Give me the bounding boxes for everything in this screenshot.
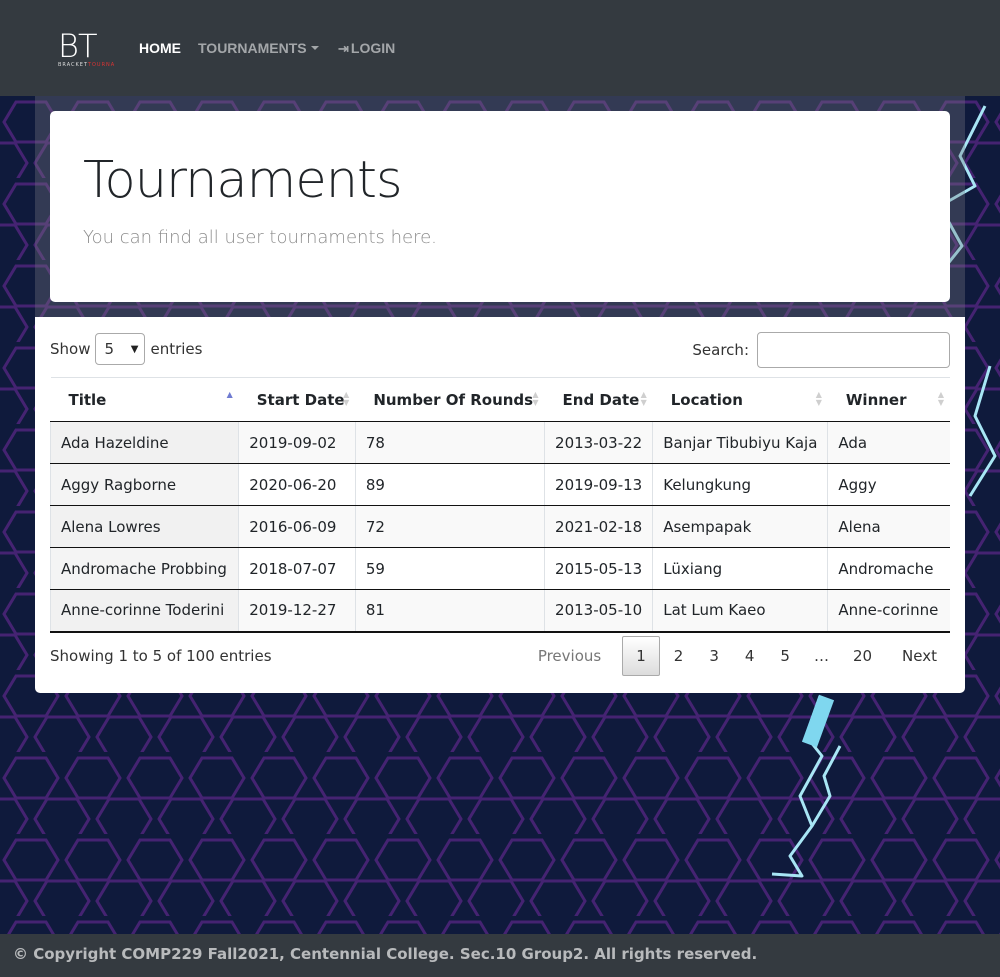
nav-login-link[interactable]: ⇥ LOGIN <box>338 39 395 58</box>
cell-end-date: 2015-05-13 <box>544 547 653 590</box>
pagination-page-4[interactable]: 4 <box>732 636 768 676</box>
cell-location: Lat Lum Kaeo <box>652 589 828 633</box>
entries-length-control: Show 5 ▼ entries <box>50 333 202 365</box>
cell-rounds: 89 <box>354 463 545 506</box>
column-header-number-of-rounds[interactable]: Number Of Rounds ▲ ▼ <box>355 377 545 422</box>
sort-icon: ▲ ▼ <box>640 390 647 407</box>
nav-home-link[interactable]: HOME <box>139 39 181 57</box>
tournaments-table: Title ▲ Start Date ▲ ▼ Number Of Rounds ▲… <box>49 377 950 633</box>
cell-start-date: 2018-07-07 <box>238 547 356 590</box>
pagination-page-3[interactable]: 3 <box>696 636 732 676</box>
cell-end-date: 2021-02-18 <box>544 505 653 548</box>
copyright-text: © Copyright COMP229 Fall2021, Centennial… <box>13 945 758 963</box>
sort-icon: ▲ ▼ <box>937 390 944 407</box>
pagination-page-1[interactable]: 1 <box>622 636 660 676</box>
pagination-ellipsis: … <box>813 647 829 665</box>
column-header-start-date[interactable]: Start Date ▲ ▼ <box>238 377 356 422</box>
cell-title: Aggy Ragborne <box>49 463 239 506</box>
page-lead: You can find all user tournaments here. <box>83 227 437 248</box>
caret-down-icon <box>310 46 319 50</box>
brand-logo[interactable]: BT BRACKETTOURNA <box>56 27 116 68</box>
nav-home-label: HOME <box>139 40 181 56</box>
table-row[interactable]: Anne-corinne Toderini 2019-12-27 81 2013… <box>49 589 950 633</box>
cell-winner: Andromache <box>827 547 950 590</box>
cell-start-date: 2020-06-20 <box>238 463 356 506</box>
pagination-next-button[interactable]: Next <box>889 636 950 676</box>
navbar: BT BRACKETTOURNA HOME TOURNAMENTS ⇥ LOGIN <box>0 0 1000 96</box>
footer: © Copyright COMP229 Fall2021, Centennial… <box>0 934 1000 977</box>
cell-rounds: 78 <box>354 421 545 464</box>
table-card: Show 5 ▼ entries Search: Title ▲ Start D… <box>35 317 965 693</box>
column-header-end-date[interactable]: End Date ▲ ▼ <box>544 377 653 422</box>
jumbotron: Tournaments You can find all user tourna… <box>50 111 950 302</box>
table-info: Showing 1 to 5 of 100 entries <box>50 647 272 665</box>
table-header-row: Title ▲ Start Date ▲ ▼ Number Of Rounds ▲… <box>50 377 950 422</box>
sort-icon: ▲ ▼ <box>815 390 822 407</box>
sort-icon: ▲ ▼ <box>532 390 539 407</box>
column-header-title[interactable]: Title ▲ <box>50 377 239 422</box>
cell-end-date: 2019-09-13 <box>544 463 653 506</box>
cell-location: Lüxiang <box>652 547 828 590</box>
cell-end-date: 2013-05-10 <box>544 589 653 633</box>
pagination-previous-button[interactable]: Previous <box>525 636 614 676</box>
cell-title: Anne-corinne Toderini <box>49 589 239 633</box>
nav-login-label: LOGIN <box>350 40 396 56</box>
column-header-location[interactable]: Location ▲ ▼ <box>652 377 828 422</box>
length-suffix-label: entries <box>150 340 203 358</box>
entries-per-page-value: 5 <box>104 340 115 358</box>
cell-winner: Ada <box>827 421 950 464</box>
pagination-page-5[interactable]: 5 <box>767 636 803 676</box>
length-prefix-label: Show <box>50 340 91 358</box>
cell-rounds: 81 <box>354 589 545 633</box>
pagination-page-2[interactable]: 2 <box>661 636 697 676</box>
cell-title: Alena Lowres <box>49 505 239 548</box>
cell-rounds: 72 <box>354 505 545 548</box>
main-container: Tournaments You can find all user tourna… <box>35 96 965 693</box>
logo-subtext: BRACKETTOURNA <box>58 62 116 68</box>
sort-ascending-icon: ▲ <box>226 390 233 399</box>
table-row[interactable]: Aggy Ragborne 2020-06-20 89 2019-09-13 K… <box>49 463 950 506</box>
column-header-winner[interactable]: Winner ▲ ▼ <box>827 377 950 422</box>
sort-icon: ▲ ▼ <box>343 390 350 407</box>
nav-tournaments-label: TOURNAMENTS <box>198 40 307 56</box>
chevron-down-icon: ▼ <box>130 343 139 355</box>
cell-start-date: 2019-09-02 <box>238 421 356 464</box>
logo-text: BT <box>58 27 97 65</box>
cell-start-date: 2019-12-27 <box>238 589 356 633</box>
cell-start-date: 2016-06-09 <box>238 505 356 548</box>
search-input[interactable] <box>757 332 950 368</box>
table-row[interactable]: Andromache Probbing 2018-07-07 59 2015-0… <box>49 547 950 590</box>
cell-location: Kelungkung <box>652 463 828 506</box>
table-row[interactable]: Alena Lowres 2016-06-09 72 2021-02-18 As… <box>49 505 950 548</box>
cell-title: Andromache Probbing <box>49 547 239 590</box>
cell-end-date: 2013-03-22 <box>544 421 653 464</box>
cell-winner: Anne-corinne <box>827 589 950 633</box>
page-title: Tournaments <box>83 151 403 210</box>
nav-tournaments-dropdown[interactable]: TOURNAMENTS <box>198 39 319 57</box>
cell-rounds: 59 <box>354 547 545 590</box>
login-icon: ⇥ <box>338 41 349 56</box>
table-row[interactable]: Ada Hazeldine 2019-09-02 78 2013-03-22 B… <box>49 421 950 464</box>
cell-location: Banjar Tibubiyu Kaja <box>652 421 828 464</box>
search-label: Search: <box>692 341 749 359</box>
cell-winner: Aggy <box>827 463 950 506</box>
pagination-page-20[interactable]: 20 <box>840 636 885 676</box>
search-control: Search: <box>692 332 950 368</box>
pagination: Previous 1 2 3 4 5 … 20 Next <box>525 636 950 676</box>
cell-location: Asempapak <box>652 505 828 548</box>
jumbotron-wrapper: Tournaments You can find all user tourna… <box>35 96 965 317</box>
cell-winner: Alena <box>827 505 950 548</box>
cell-title: Ada Hazeldine <box>49 421 239 464</box>
entries-per-page-select[interactable]: 5 ▼ <box>95 333 146 365</box>
